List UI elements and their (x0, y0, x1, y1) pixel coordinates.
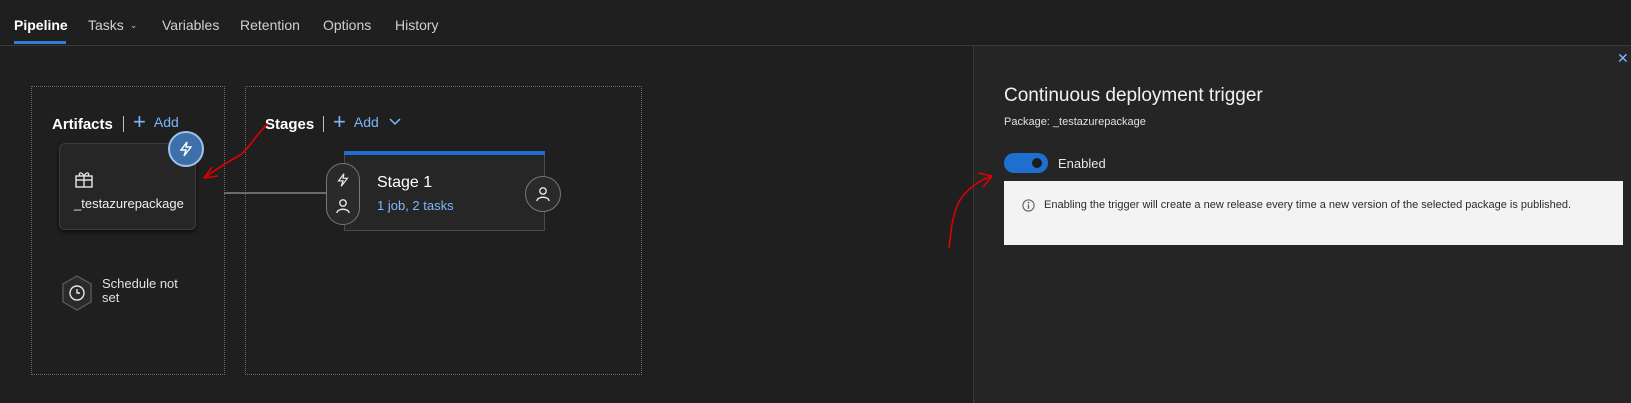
stage-card[interactable]: Stage 1 1 job, 2 tasks (344, 151, 545, 231)
post-deployment-conditions-button[interactable] (525, 176, 561, 212)
info-message: Enabling the trigger will create a new r… (1004, 181, 1623, 245)
toggle-label: Enabled (1058, 156, 1106, 171)
plus-icon: + (133, 109, 146, 134)
add-stage-button[interactable]: + Add (333, 109, 401, 134)
trigger-panel: ✕ Continuous deployment trigger Package:… (973, 46, 1631, 403)
artifact-name: _testazurepackage (74, 196, 184, 211)
add-artifact-label: Add (153, 114, 179, 130)
active-tab-indicator (14, 41, 66, 44)
pre-deployment-conditions-button[interactable] (326, 163, 360, 225)
info-icon (1022, 199, 1035, 212)
schedule-button[interactable]: Schedule not set (60, 274, 192, 312)
add-stage-label: Add (353, 114, 379, 130)
tab-retention[interactable]: Retention (240, 17, 300, 33)
artifacts-heading: Artifacts (52, 116, 113, 133)
stage-title: Stage 1 (377, 174, 433, 191)
enabled-toggle[interactable] (1004, 153, 1048, 173)
lightning-icon (337, 173, 349, 187)
continuous-deployment-trigger-button[interactable] (168, 131, 204, 167)
tab-variables[interactable]: Variables (162, 17, 219, 33)
tab-tasks[interactable]: Tasks ⌄ (88, 17, 137, 33)
plus-icon: + (333, 109, 346, 134)
lightning-icon (179, 141, 193, 157)
stages-heading: Stages (265, 116, 315, 133)
panel-subtitle: Package: _testazurepackage (1004, 116, 1146, 128)
chevron-down-icon: ⌄ (129, 20, 138, 30)
info-text: Enabling the trigger will create a new r… (1044, 199, 1572, 211)
package-icon (75, 172, 93, 188)
chevron-down-icon (389, 118, 401, 126)
toggle-knob (1032, 158, 1042, 168)
tab-pipeline[interactable]: Pipeline (14, 17, 68, 33)
tab-history[interactable]: History (395, 17, 439, 33)
stage-accent-bar (344, 151, 545, 155)
stage-summary[interactable]: 1 job, 2 tasks (377, 198, 454, 213)
person-icon (336, 199, 350, 214)
tab-bar: Pipeline Tasks ⌄ Variables Retention Opti… (0, 0, 1631, 46)
add-artifact-button[interactable]: + Add (133, 109, 179, 134)
artifacts-divider (123, 116, 124, 132)
tab-options[interactable]: Options (323, 17, 371, 33)
artifact-stage-connector (224, 192, 330, 194)
close-icon[interactable]: ✕ (1617, 50, 1629, 67)
stages-divider (323, 116, 324, 132)
schedule-label: Schedule not set (102, 276, 178, 305)
panel-title: Continuous deployment trigger (1004, 85, 1263, 106)
clock-icon (62, 275, 92, 311)
tab-tasks-label: Tasks (88, 17, 124, 33)
person-icon (536, 187, 550, 202)
